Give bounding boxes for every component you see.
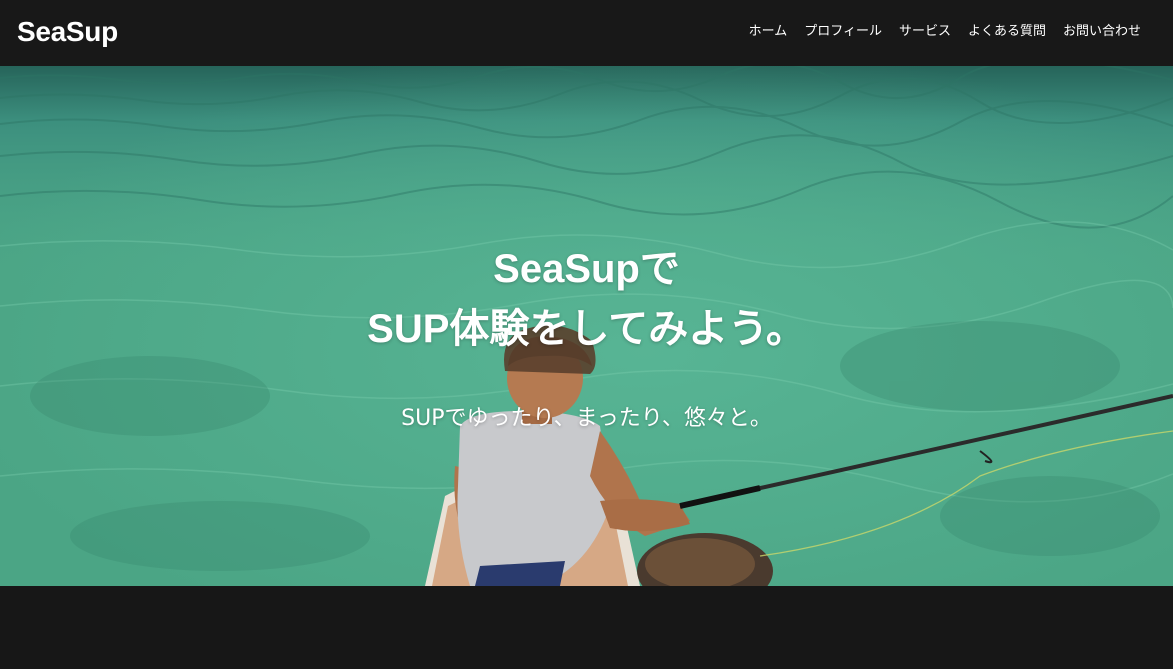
page: SeaSup ホーム プロフィール サービス よくある質問 お問い合わせ Sea…	[0, 0, 1173, 669]
nav-item-home[interactable]: ホーム	[749, 23, 788, 41]
nav-item-service[interactable]: サービス	[899, 23, 951, 41]
hero-title-line-1: SeaSupで	[493, 246, 680, 291]
hero-subtitle: SUPでゆったり、まったり、悠々と。	[401, 406, 772, 431]
hero-title: SeaSupで SUP体験をしてみよう。	[0, 239, 1173, 359]
nav-item-faq[interactable]: よくある質問	[968, 23, 1046, 41]
main-nav: ホーム プロフィール サービス よくある質問 お問い合わせ	[732, 23, 1141, 41]
nav-item-contact[interactable]: お問い合わせ	[1063, 23, 1141, 41]
below-hero-area	[0, 586, 1173, 669]
nav-item-profile[interactable]: プロフィール	[804, 23, 882, 41]
hero-section: SeaSupで SUP体験をしてみよう。 SUPでゆったり、まったり、悠々と。	[0, 66, 1173, 586]
site-logo[interactable]: SeaSup	[17, 15, 118, 49]
site-header: SeaSup ホーム プロフィール サービス よくある質問 お問い合わせ	[0, 0, 1173, 66]
hero-title-line-2: SUP体験をしてみよう。	[367, 306, 806, 351]
